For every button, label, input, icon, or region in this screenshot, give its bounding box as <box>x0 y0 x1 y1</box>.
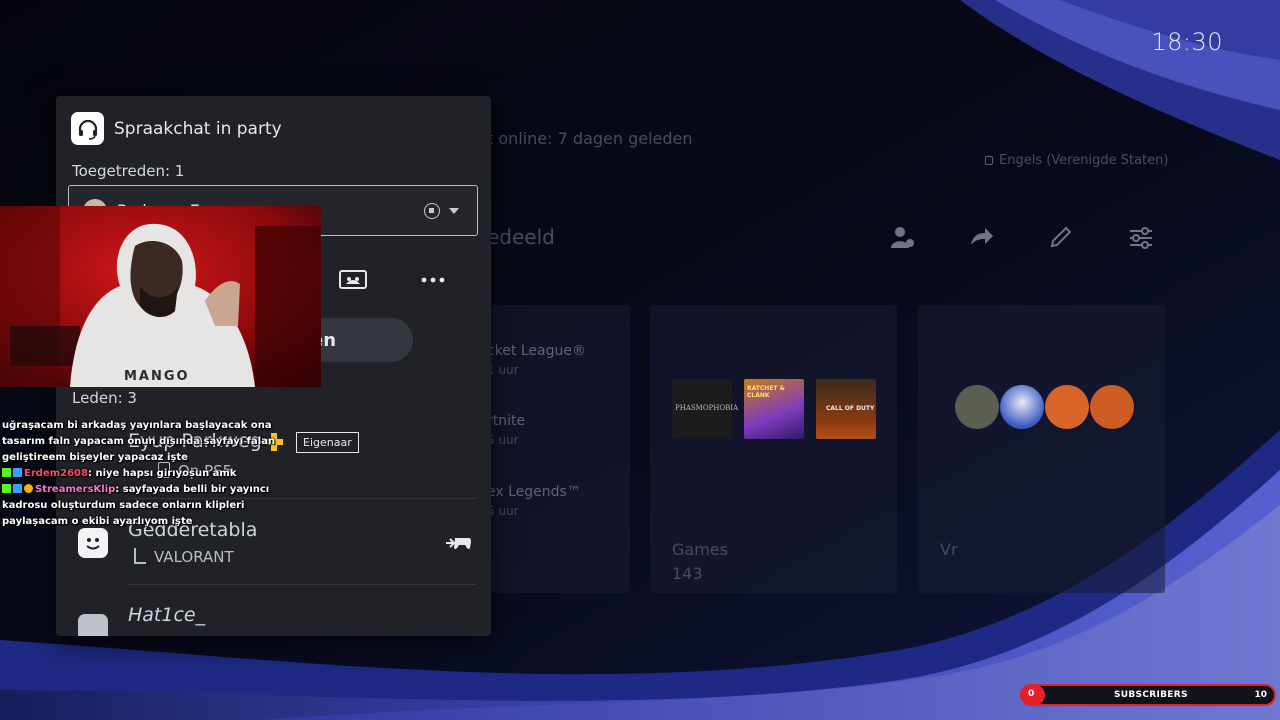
shared-heading: edeeld <box>487 225 555 249</box>
game-time: 1 uur <box>487 363 519 377</box>
language-text: Engels (Verenigde Staten) <box>985 153 1168 168</box>
avatar[interactable] <box>78 528 108 558</box>
kick-badge-icon <box>2 468 11 477</box>
chat-line: StreamersKlip: sayfayada belli bir yayın… <box>2 482 269 498</box>
subscriber-current: 0 <box>1028 689 1035 699</box>
chat-line: kadrosu oluşturdum sadece onların kliple… <box>2 500 245 511</box>
friend-avatar[interactable] <box>1045 385 1089 429</box>
add-friend-icon[interactable] <box>888 223 916 251</box>
members-count: Leden: 3 <box>72 389 137 407</box>
phasmophobia-thumb[interactable]: PHASMOPHOBIA <box>672 379 738 439</box>
sub-badge-icon <box>13 484 22 493</box>
subscriber-goal: 10 <box>1254 690 1267 700</box>
chat-username: StreamersKlip <box>35 484 116 495</box>
chat-message: : niye hapsı girıyosun amk <box>87 468 237 479</box>
hoodie-brand: MANGO <box>124 369 190 384</box>
webcam-image <box>0 206 321 387</box>
chat-line: geliştireem bişeyler yapacaz işte <box>2 452 188 463</box>
stop-broadcast-icon[interactable] <box>424 203 440 219</box>
friend-avatar[interactable] <box>955 385 999 429</box>
last-online-text: t online: 7 dagen geleden <box>487 129 693 148</box>
streamer-webcam: MANGO <box>0 206 321 387</box>
game-title: rtnite <box>487 413 526 429</box>
sub-badge-icon <box>13 468 22 477</box>
more-options-icon[interactable] <box>418 268 448 292</box>
edit-icon[interactable] <box>1047 223 1075 251</box>
game-time: 5 uur <box>487 504 519 518</box>
subscriber-goal-bar: 0 SUBSCRIBERS 10 <box>1020 684 1276 706</box>
game-title: ex Legends™ <box>487 484 581 500</box>
settings-sliders-icon[interactable] <box>1127 223 1155 251</box>
ratchet-clank-thumb[interactable]: RATCHET & CLANK <box>744 379 804 439</box>
chat-message: : sayfayada belli bir yayıncı <box>115 484 270 495</box>
member-name[interactable]: Hat1ce_ <box>128 604 205 626</box>
panel-header: Spraakchat in party <box>71 112 282 145</box>
controller-icon <box>446 538 471 549</box>
chevron-down-icon[interactable] <box>449 208 459 214</box>
panel-title: Spraakchat in party <box>114 118 282 139</box>
chat-line: tasarım faln yapacam onun dışında sayfay… <box>2 436 276 447</box>
subscriber-label: SUBSCRIBERS <box>1114 690 1188 700</box>
chat-line: uğraşacam bi arkadaş yayınlara başlayaca… <box>2 420 272 431</box>
avatar[interactable] <box>78 614 108 636</box>
clock: 18:30 <box>1151 28 1223 56</box>
stream-chat-overlay: uğraşacam bi arkadaş yayınlara başlayaca… <box>2 418 276 530</box>
games-count: 143 <box>672 564 703 583</box>
games-label: Games <box>672 540 728 559</box>
joined-count: Toegetreden: 1 <box>72 162 185 180</box>
headset-icon <box>71 112 104 145</box>
divider <box>128 584 477 585</box>
chat-line: paylaşacam o ekibi ayarlıyom işte <box>2 516 193 527</box>
kick-badge-icon <box>2 484 11 493</box>
share-screen-icon[interactable] <box>338 268 368 292</box>
chat-username: Erdem2608 <box>24 468 88 479</box>
owner-badge: Eigenaar <box>296 432 359 453</box>
game-title: cket League® <box>487 343 586 359</box>
ps5-icon <box>134 548 146 564</box>
share-icon[interactable] <box>967 223 995 251</box>
gift-badge-icon <box>24 484 33 493</box>
friend-avatar[interactable] <box>1000 385 1044 429</box>
member-status: VALORANT <box>134 548 234 566</box>
call-of-duty-thumb[interactable]: CALL OF DUTY <box>816 379 876 439</box>
chat-line: Erdem2608: niye hapsı girıyosun amk <box>2 466 247 482</box>
lock-icon <box>985 156 993 165</box>
friend-avatar[interactable] <box>1090 385 1134 429</box>
friends-label: Vr <box>940 540 958 559</box>
game-time: 5 uur <box>487 433 519 447</box>
